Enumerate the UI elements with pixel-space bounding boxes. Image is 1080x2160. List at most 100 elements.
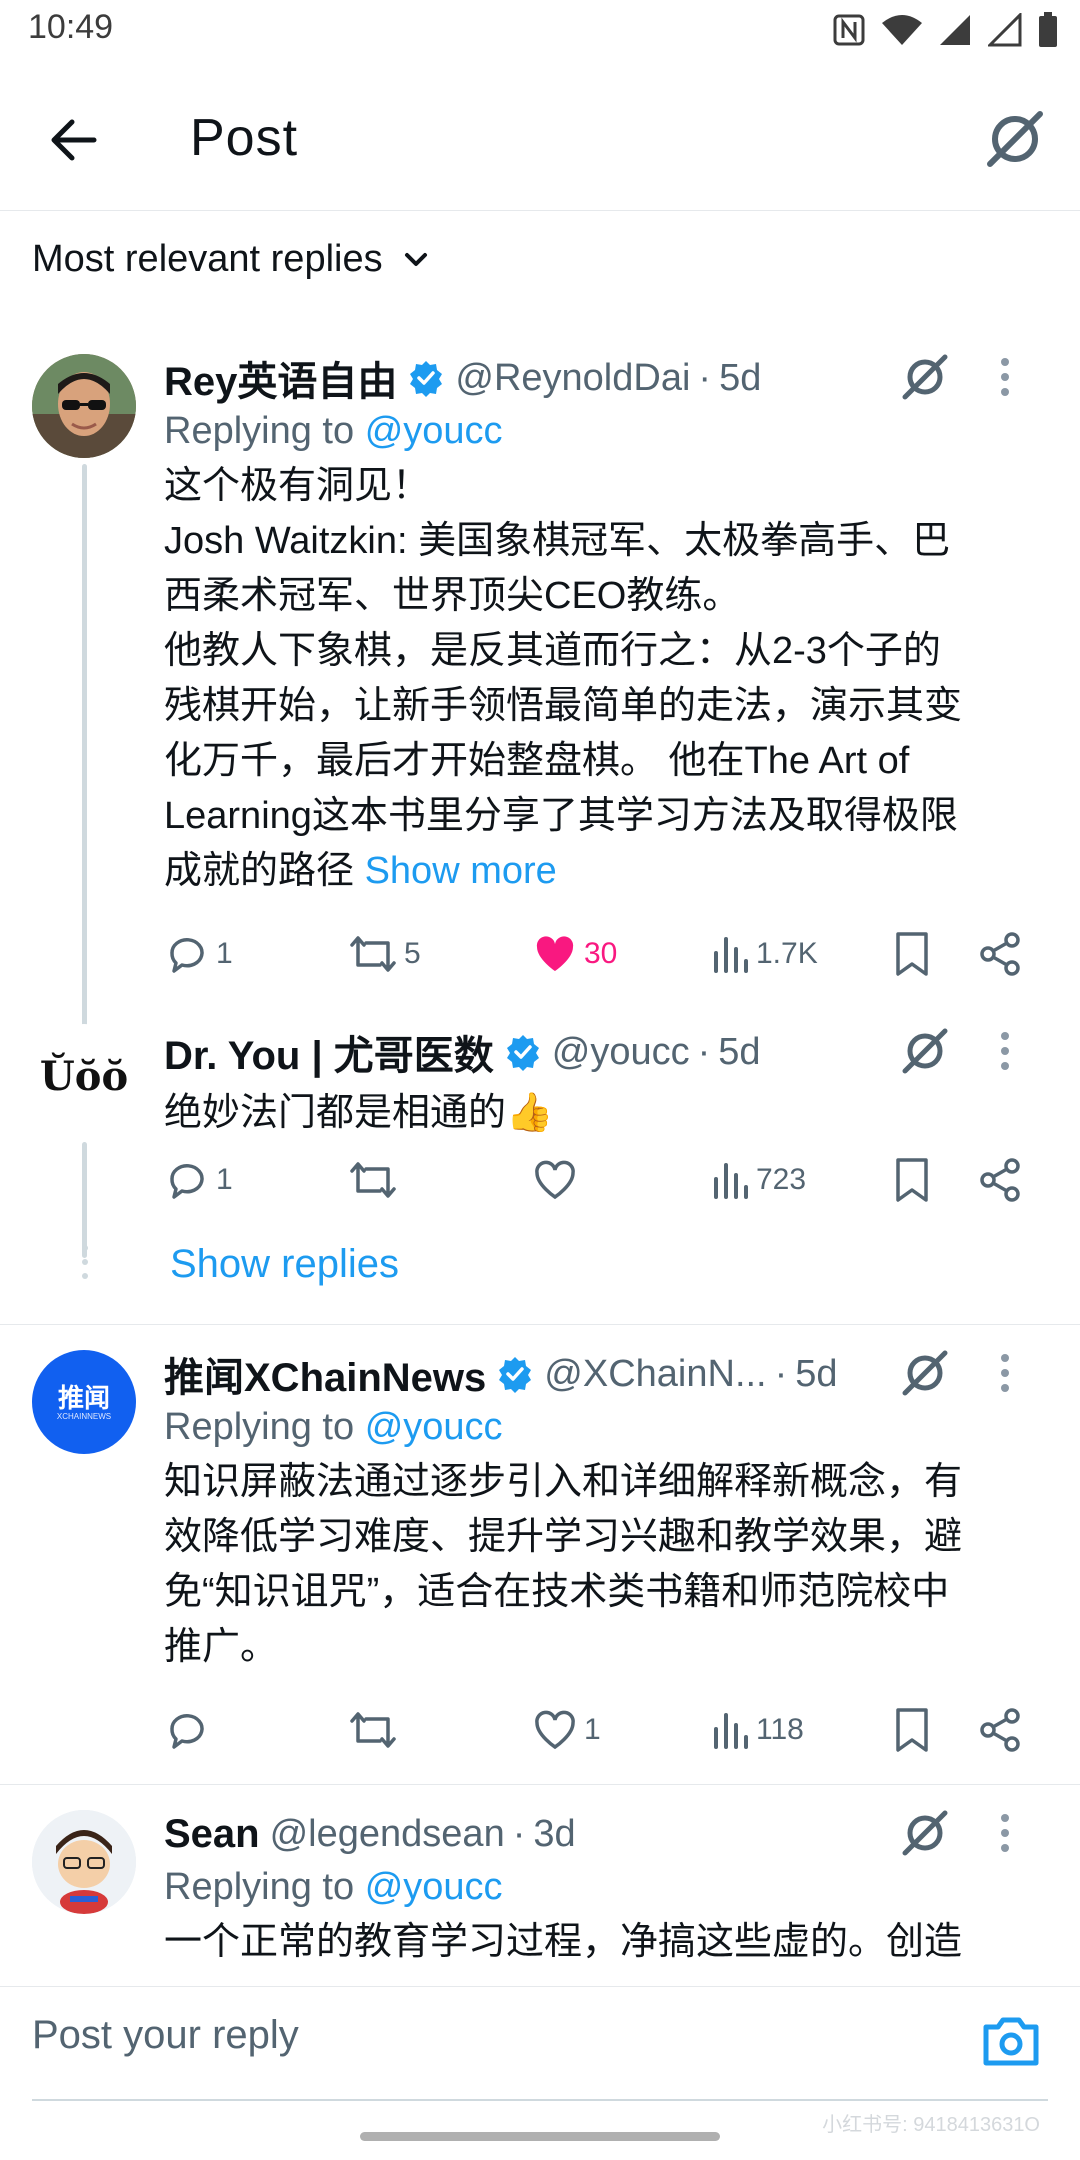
separator-dot: · xyxy=(697,1030,711,1073)
heart-filled-icon xyxy=(536,936,574,971)
show-more-link[interactable]: Show more xyxy=(365,850,557,892)
author-handle[interactable]: @youcc xyxy=(552,1031,690,1074)
divider xyxy=(0,1324,1080,1325)
repost-button[interactable]: 5 xyxy=(348,924,421,984)
view-count: 723 xyxy=(756,1163,807,1196)
like-count: 1 xyxy=(584,1713,601,1746)
author-name[interactable]: Rey英语自由 xyxy=(164,349,397,407)
reply-sort-dropdown[interactable]: Most relevant replies xyxy=(32,238,431,281)
bookmark-icon[interactable] xyxy=(892,930,932,978)
views-button[interactable]: 723 xyxy=(710,1150,806,1210)
replying-to-handle[interactable]: @youcc xyxy=(365,410,503,452)
grok-icon[interactable] xyxy=(898,1024,952,1078)
separator-dot: · xyxy=(698,356,712,399)
repost-button[interactable] xyxy=(348,1150,398,1210)
share-icon[interactable] xyxy=(976,930,1024,978)
author-name[interactable]: 推闻XChainNews xyxy=(164,1345,486,1403)
more-options-icon[interactable] xyxy=(982,350,1028,404)
post-text: 这个极有洞见！ Josh Waitzkin: 美国象棋冠军、太极拳高手、巴 西柔… xyxy=(164,459,1048,899)
thread-line xyxy=(82,1142,87,1258)
replying-to-label: Replying to xyxy=(164,410,355,452)
avatar[interactable] xyxy=(32,354,136,458)
bookmark-icon[interactable] xyxy=(892,1156,932,1204)
heart-icon xyxy=(535,1160,575,1200)
reply-button[interactable]: 1 xyxy=(164,924,233,984)
grok-icon[interactable] xyxy=(898,1806,952,1860)
camera-icon[interactable] xyxy=(978,2007,1044,2073)
battery-icon xyxy=(1039,12,1057,47)
action-bar: 1 118 xyxy=(164,1700,1048,1760)
separator-dot: · xyxy=(512,1812,526,1855)
signal-icon xyxy=(988,13,1022,47)
reply-icon xyxy=(170,938,204,973)
views-icon xyxy=(714,1713,748,1749)
replying-to-label: Replying to xyxy=(164,1866,355,1908)
cartoon-avatar-icon xyxy=(32,1810,136,1914)
wifi-icon xyxy=(882,15,922,45)
post-time[interactable]: 3d xyxy=(533,1813,575,1856)
thread-dots-icon xyxy=(82,1245,88,1279)
status-bar: 10:49 xyxy=(0,0,1080,64)
replying-to: Replying to @youcc xyxy=(164,1866,1048,1909)
more-options-icon[interactable] xyxy=(982,1806,1028,1860)
author-name[interactable]: Dr. You | 尤哥医数 xyxy=(164,1023,494,1081)
more-options-icon[interactable] xyxy=(982,1346,1028,1400)
post-time[interactable]: 5d xyxy=(719,357,761,400)
reply-sort-label: Most relevant replies xyxy=(32,238,383,280)
chevron-down-icon xyxy=(404,252,427,266)
post-time[interactable]: 5d xyxy=(795,1353,837,1396)
reply-icon xyxy=(170,1164,204,1199)
post-time[interactable]: 5d xyxy=(718,1031,760,1074)
reply-icon xyxy=(170,1714,204,1749)
divider xyxy=(0,1784,1080,1785)
author-handle[interactable]: @ReynoldDai xyxy=(455,357,690,400)
repost-button[interactable] xyxy=(348,1700,398,1760)
heart-icon xyxy=(535,1710,575,1750)
like-button[interactable]: 1 xyxy=(532,1700,601,1760)
author-name[interactable]: Sean xyxy=(164,1812,260,1857)
more-options-icon[interactable] xyxy=(982,1024,1028,1078)
avatar[interactable] xyxy=(32,1810,136,1914)
status-icons xyxy=(832,12,1058,48)
repost-count: 5 xyxy=(404,937,421,970)
bookmark-icon[interactable] xyxy=(892,1706,932,1754)
avatar[interactable]: Ŭŏŏ xyxy=(32,1024,136,1128)
reply-button[interactable]: 1 xyxy=(164,1150,233,1210)
post-text-line: Josh Waitzkin: 美国象棋冠军、太极拳高手、巴 xyxy=(164,520,951,562)
reply-composer: Post your reply xyxy=(0,1986,1080,2101)
reply-button[interactable] xyxy=(164,1700,210,1760)
grok-icon[interactable] xyxy=(982,106,1048,172)
status-time: 10:49 xyxy=(28,8,114,46)
repost-icon xyxy=(350,1712,396,1748)
avatar-logo-text: 推闻 xyxy=(57,1382,110,1413)
repost-icon xyxy=(350,1162,396,1198)
replying-to-handle[interactable]: @youcc xyxy=(365,1866,503,1908)
back-arrow-icon[interactable] xyxy=(46,112,102,168)
views-icon xyxy=(714,1163,748,1199)
views-button[interactable]: 118 xyxy=(710,1700,804,1760)
avatar[interactable]: 推闻 XCHAINNEWS xyxy=(32,1350,136,1454)
author-handle[interactable]: @XChainN... xyxy=(544,1353,766,1396)
action-bar: 1 723 xyxy=(164,1150,1048,1210)
reply-input[interactable]: Post your reply xyxy=(32,2013,299,2058)
view-count: 1.7K xyxy=(756,937,818,970)
grok-icon[interactable] xyxy=(898,350,952,404)
views-button[interactable]: 1.7K xyxy=(710,924,818,984)
input-underline xyxy=(32,2099,1048,2101)
share-icon[interactable] xyxy=(976,1706,1024,1754)
share-icon[interactable] xyxy=(976,1156,1024,1204)
post-text-line: 免“知识诅咒”，适合在技术类书籍和师范院校中 xyxy=(164,1571,950,1613)
replying-to-handle[interactable]: @youcc xyxy=(365,1406,503,1448)
show-replies-link[interactable]: Show replies xyxy=(170,1242,399,1287)
avatar-logo-text: Ŭŏŏ xyxy=(39,1052,129,1100)
author-handle[interactable]: @legendsean xyxy=(270,1813,505,1856)
like-count: 30 xyxy=(584,937,618,970)
gesture-home-bar[interactable] xyxy=(360,2132,720,2141)
post-text-line: 推广。 xyxy=(164,1626,279,1668)
like-button[interactable] xyxy=(532,1150,578,1210)
like-button[interactable]: 30 xyxy=(532,924,617,984)
reply-count: 1 xyxy=(216,1163,233,1196)
views-icon xyxy=(714,937,748,973)
grok-icon[interactable] xyxy=(898,1346,952,1400)
post-text-line: 残棋开始，让新手领悟最简单的走法，演示其变 xyxy=(164,685,963,727)
